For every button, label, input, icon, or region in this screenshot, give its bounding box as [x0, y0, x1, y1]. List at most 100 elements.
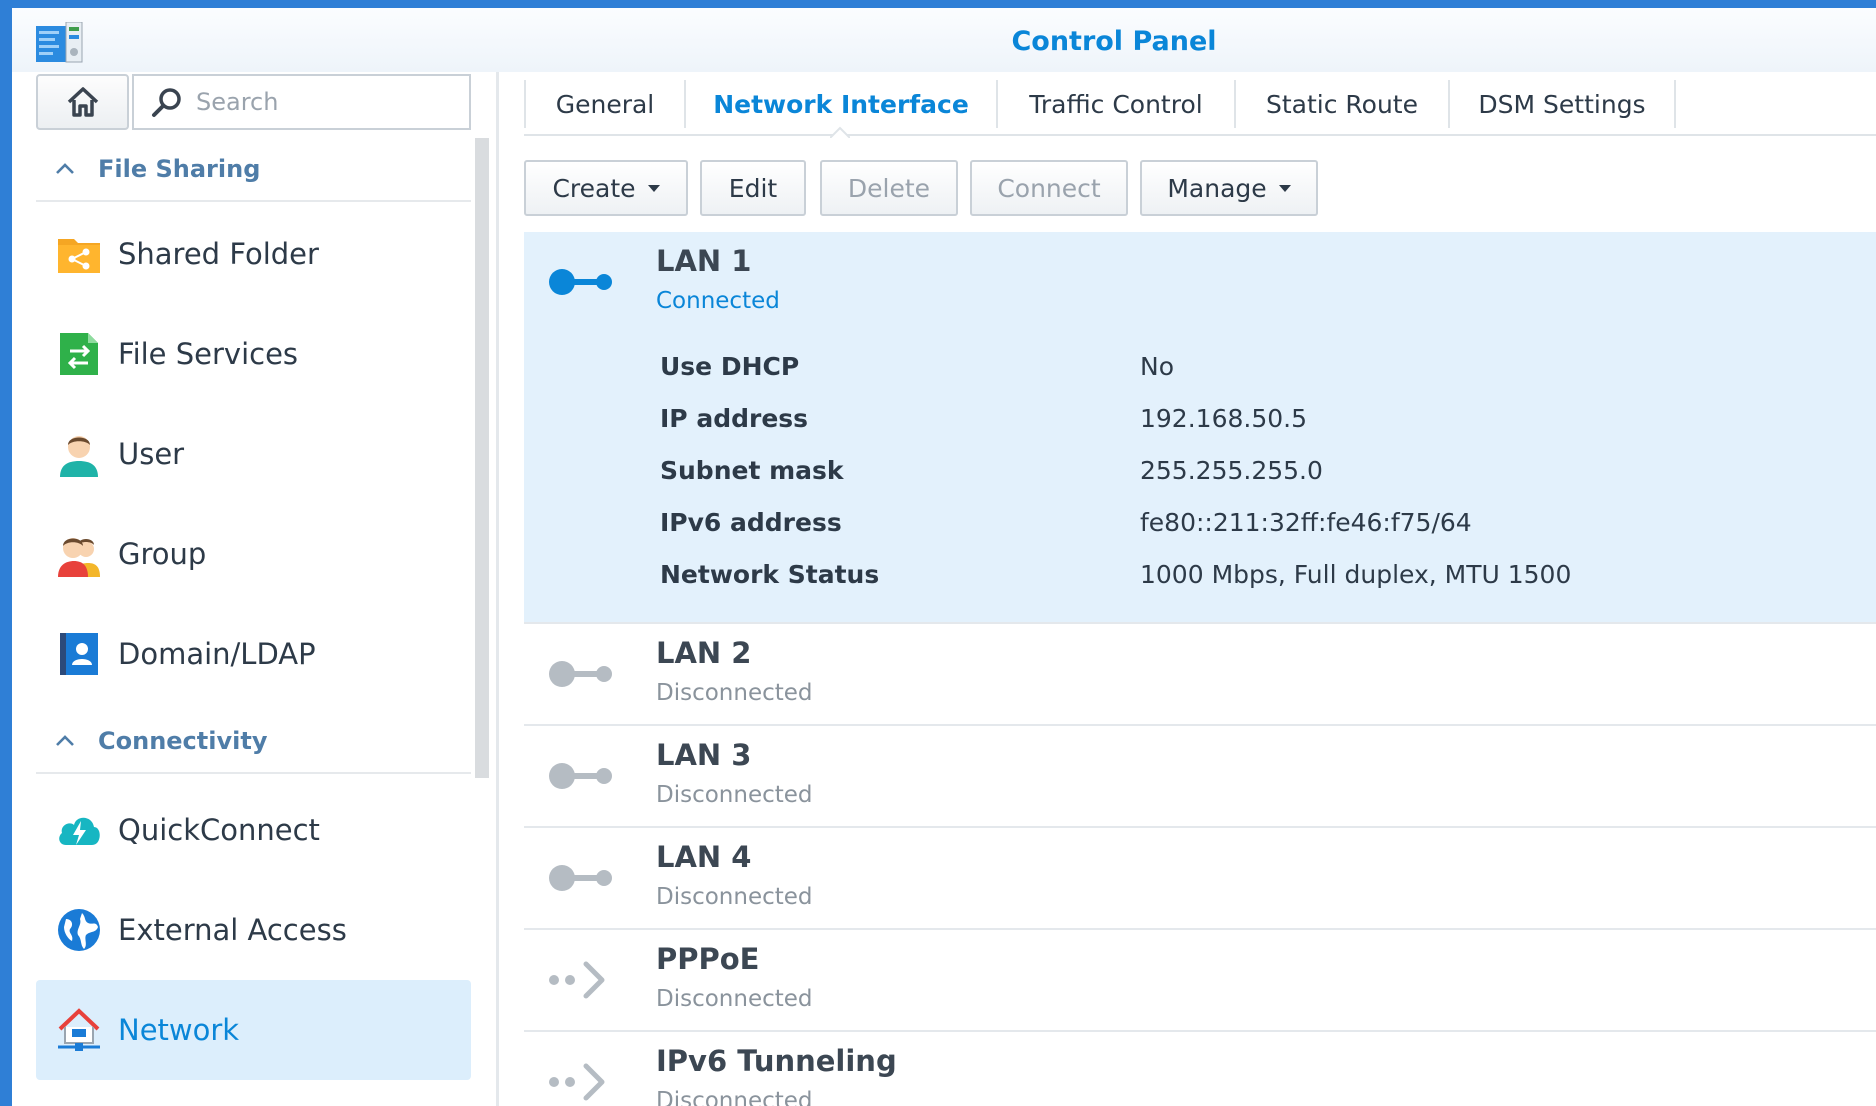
interface-list: LAN 1 Connected Use DHCP No IP address 1…: [524, 232, 1876, 1106]
section-label: Connectivity: [98, 727, 268, 755]
interface-name: LAN 2: [656, 636, 752, 670]
home-button[interactable]: [36, 74, 129, 130]
search-input[interactable]: [196, 88, 456, 116]
sidebar-item-label: QuickConnect: [118, 813, 320, 847]
caret-down-icon: [1278, 184, 1291, 192]
sidebar-item-shared-folder[interactable]: Shared Folder: [36, 204, 471, 304]
sidebar-item-group[interactable]: Group: [36, 504, 471, 604]
create-button-label: Create: [552, 173, 636, 203]
connect-button-label: Connect: [997, 173, 1101, 203]
detail-key: Use DHCP: [660, 352, 800, 381]
interface-row-lan-3[interactable]: LAN 3 Disconnected: [524, 726, 1876, 828]
tab-static-route[interactable]: Static Route: [1234, 80, 1448, 128]
network-icon: [58, 1008, 100, 1051]
interface-name: LAN 3: [656, 738, 752, 772]
sidebar-scrollbar[interactable]: [475, 138, 489, 778]
interface-status: Disconnected: [656, 986, 813, 1012]
sidebar-item-label: Group: [118, 537, 207, 571]
quickconnect-icon: [59, 817, 100, 845]
interface-name: IPv6 Tunneling: [656, 1044, 897, 1078]
external-access-icon: [58, 909, 100, 951]
detail-key: IPv6 address: [660, 508, 842, 537]
interface-status: Disconnected: [656, 884, 813, 910]
ipv6-tunnel-icon: [549, 1063, 605, 1101]
interface-name: LAN 1: [656, 244, 752, 278]
file-services-icon: [60, 333, 98, 375]
tab-general[interactable]: General: [524, 80, 684, 128]
domain-ldap-icon: [60, 633, 98, 675]
pppoe-icon: [549, 961, 605, 999]
manage-button[interactable]: Manage: [1140, 160, 1318, 216]
edit-button[interactable]: Edit: [700, 160, 806, 216]
detail-key: Network Status: [660, 560, 880, 589]
control-panel-window: Control Panel File Sharing: [12, 8, 1876, 1106]
sidebar-divider: [496, 72, 499, 1106]
tab-bar: General Network Interface Traffic Contro…: [524, 72, 1876, 138]
shared-folder-icon: [58, 239, 100, 273]
section-connectivity[interactable]: Connectivity: [36, 710, 471, 774]
section-file-sharing[interactable]: File Sharing: [36, 138, 471, 202]
sidebar-item-domain-ldap[interactable]: Domain/LDAP: [36, 604, 471, 704]
interface-row-lan-4[interactable]: LAN 4 Disconnected: [524, 828, 1876, 930]
active-tab-pointer-icon: [830, 126, 850, 138]
interface-status: Connected: [656, 288, 780, 314]
interface-details: Use DHCP No IP address 192.168.50.5 Subn…: [660, 344, 1810, 604]
home-icon: [67, 87, 98, 117]
interface-status: Disconnected: [656, 680, 813, 706]
section-label: File Sharing: [98, 155, 261, 183]
sidebar-item-label: External Access: [118, 913, 347, 947]
sidebar-item-file-services[interactable]: File Services: [36, 304, 471, 404]
detail-value: fe80::211:32ff:fe46:f75/64: [1140, 508, 1472, 537]
detail-value: 192.168.50.5: [1140, 404, 1307, 433]
interface-name: LAN 4: [656, 840, 752, 874]
tab-network-interface[interactable]: Network Interface: [684, 80, 996, 128]
detail-row: IPv6 address fe80::211:32ff:fe46:f75/64: [660, 500, 1810, 552]
interface-row-lan-1[interactable]: LAN 1 Connected Use DHCP No IP address 1…: [524, 232, 1876, 624]
detail-value: No: [1140, 352, 1174, 381]
sidebar-item-label: User: [118, 437, 185, 471]
sidebar-item-external-access[interactable]: External Access: [36, 880, 471, 980]
group-icon: [58, 538, 100, 577]
interface-name: PPPoE: [656, 942, 760, 976]
window-title: Control Panel: [1011, 26, 1217, 57]
interface-status: Disconnected: [656, 782, 813, 808]
detail-key: Subnet mask: [660, 456, 844, 485]
sidebar-item-label: File Services: [118, 337, 299, 371]
interface-row-ipv6-tunneling[interactable]: IPv6 Tunneling Disconnected: [524, 1032, 1876, 1106]
lan-disconnected-icon: [549, 865, 612, 891]
interface-row-lan-2[interactable]: LAN 2 Disconnected: [524, 624, 1876, 726]
detail-row: IP address 192.168.50.5: [660, 396, 1810, 448]
tab-dsm-settings[interactable]: DSM Settings: [1448, 80, 1676, 128]
lan-connected-icon: [549, 269, 612, 295]
sidebar-item-user[interactable]: User: [36, 404, 471, 504]
interface-row-pppoe[interactable]: PPPoE Disconnected: [524, 930, 1876, 1032]
chevron-up-icon: [56, 735, 74, 746]
detail-value: 255.255.255.0: [1140, 456, 1323, 485]
detail-row: Network Status 1000 Mbps, Full duplex, M…: [660, 552, 1810, 604]
sidebar-item-quickconnect[interactable]: QuickConnect: [36, 780, 471, 880]
lan-disconnected-icon: [549, 763, 612, 789]
manage-button-label: Manage: [1167, 173, 1267, 203]
create-button[interactable]: Create: [524, 160, 688, 216]
title-bar: Control Panel: [12, 8, 1876, 72]
detail-row: Subnet mask 255.255.255.0: [660, 448, 1810, 500]
delete-button[interactable]: Delete: [820, 160, 958, 216]
tab-traffic-control[interactable]: Traffic Control: [996, 80, 1234, 128]
lan-disconnected-icon: [549, 661, 612, 687]
chevron-up-icon: [56, 163, 74, 174]
sidebar-item-label: Network: [118, 1013, 240, 1047]
detail-value: 1000 Mbps, Full duplex, MTU 1500: [1140, 560, 1572, 589]
interface-status: Disconnected: [656, 1088, 813, 1106]
connect-button[interactable]: Connect: [970, 160, 1128, 216]
sidebar-item-network[interactable]: Network: [36, 980, 471, 1080]
search-box[interactable]: [132, 74, 471, 130]
detail-key: IP address: [660, 404, 809, 433]
detail-row: Use DHCP No: [660, 344, 1810, 396]
edit-button-label: Edit: [728, 173, 778, 203]
sidebar-item-label: Shared Folder: [118, 237, 319, 271]
delete-button-label: Delete: [847, 173, 931, 203]
user-icon: [60, 436, 98, 477]
caret-down-icon: [647, 184, 660, 192]
sidebar-item-label: Domain/LDAP: [118, 637, 316, 671]
search-icon: [152, 88, 181, 117]
